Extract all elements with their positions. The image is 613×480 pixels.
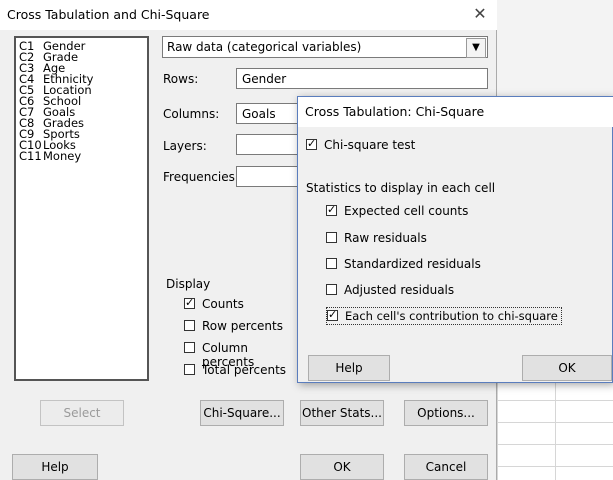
frequencies-label: Frequencies: xyxy=(163,170,239,184)
data-type-value: Raw data (categorical variables) xyxy=(167,40,362,54)
counts-checkbox-row[interactable]: Counts xyxy=(184,296,294,312)
ok-button[interactable]: OK xyxy=(300,454,384,480)
counts-label: Counts xyxy=(202,297,244,311)
raw-row[interactable]: Raw residuals xyxy=(326,230,586,246)
raw-checkbox[interactable] xyxy=(326,232,337,243)
other-stats-button[interactable]: Other Stats... xyxy=(300,400,384,426)
raw-label: Raw residuals xyxy=(344,231,427,245)
row-percents-checkbox-row[interactable]: Row percents xyxy=(184,318,294,334)
frequencies-input[interactable] xyxy=(236,166,298,187)
adjusted-row[interactable]: Adjusted residuals xyxy=(326,282,586,298)
options-button[interactable]: Options... xyxy=(404,400,488,426)
sub-ok-button[interactable]: OK xyxy=(522,355,612,381)
total-percents-checkbox[interactable] xyxy=(184,364,195,375)
expected-row[interactable]: Expected cell counts xyxy=(326,203,586,219)
chevron-down-icon[interactable]: ▼ xyxy=(466,38,486,58)
stats-label: Statistics to display in each cell xyxy=(306,181,496,195)
expected-checkbox[interactable] xyxy=(326,203,337,216)
expected-label: Expected cell counts xyxy=(344,204,469,218)
variable-code: C11 xyxy=(19,149,42,163)
sub-dialog-title: Cross Tabulation: Chi-Square xyxy=(305,104,485,119)
columns-label: Columns: xyxy=(163,107,220,121)
worksheet-grid xyxy=(497,378,613,480)
contribution-label: Each cell's contribution to chi-square xyxy=(345,309,558,323)
display-label: Display xyxy=(166,277,211,291)
sub-help-button[interactable]: Help xyxy=(308,355,390,381)
standardized-label: Standardized residuals xyxy=(344,257,481,271)
layers-input[interactable] xyxy=(236,134,298,155)
chi-square-button[interactable]: Chi-Square... xyxy=(200,400,284,426)
select-button[interactable]: Select xyxy=(40,400,124,426)
variable-name: Money xyxy=(43,149,82,163)
column-percents-checkbox-row[interactable]: Column percents xyxy=(184,340,294,369)
rows-label: Rows: xyxy=(163,72,199,86)
contribution-checkbox[interactable] xyxy=(327,308,338,321)
column-percents-checkbox[interactable] xyxy=(184,342,195,353)
counts-checkbox[interactable] xyxy=(184,296,195,309)
chi-square-test-label: Chi-square test xyxy=(324,138,416,152)
layers-label: Layers: xyxy=(163,139,207,153)
contribution-row[interactable]: Each cell's contribution to chi-square xyxy=(326,307,562,325)
adjusted-label: Adjusted residuals xyxy=(344,283,455,297)
worksheet-background xyxy=(497,0,613,96)
help-button[interactable]: Help xyxy=(12,454,98,480)
chi-square-test-checkbox[interactable] xyxy=(306,137,317,150)
row-percents-checkbox[interactable] xyxy=(184,320,195,331)
adjusted-checkbox[interactable] xyxy=(326,284,337,295)
total-percents-checkbox-row[interactable]: Total percents xyxy=(184,362,294,378)
chi-square-test-row[interactable]: Chi-square test xyxy=(306,137,506,153)
variable-list[interactable]: C1 Gender C2 Grade C3 Age C4 Ethnicity C5 Locatio… xyxy=(14,36,149,381)
chi-square-dialog: Cross Tabulation: Chi-Square Chi-square … xyxy=(297,96,613,383)
cancel-button[interactable]: Cancel xyxy=(404,454,488,480)
row-percents-label: Row percents xyxy=(202,319,283,333)
standardized-checkbox[interactable] xyxy=(326,258,337,269)
rows-input[interactable]: Gender xyxy=(236,68,488,89)
data-type-select[interactable]: Raw data (categorical variables) ▼ xyxy=(162,36,488,58)
dialog-title: Cross Tabulation and Chi-Square xyxy=(7,7,210,22)
total-percents-label: Total percents xyxy=(202,363,287,377)
close-icon[interactable]: ✕ xyxy=(470,4,490,24)
standardized-row[interactable]: Standardized residuals xyxy=(326,256,586,272)
columns-input[interactable]: Goals xyxy=(236,103,298,124)
variable-list-item[interactable]: C11Money xyxy=(19,149,82,163)
